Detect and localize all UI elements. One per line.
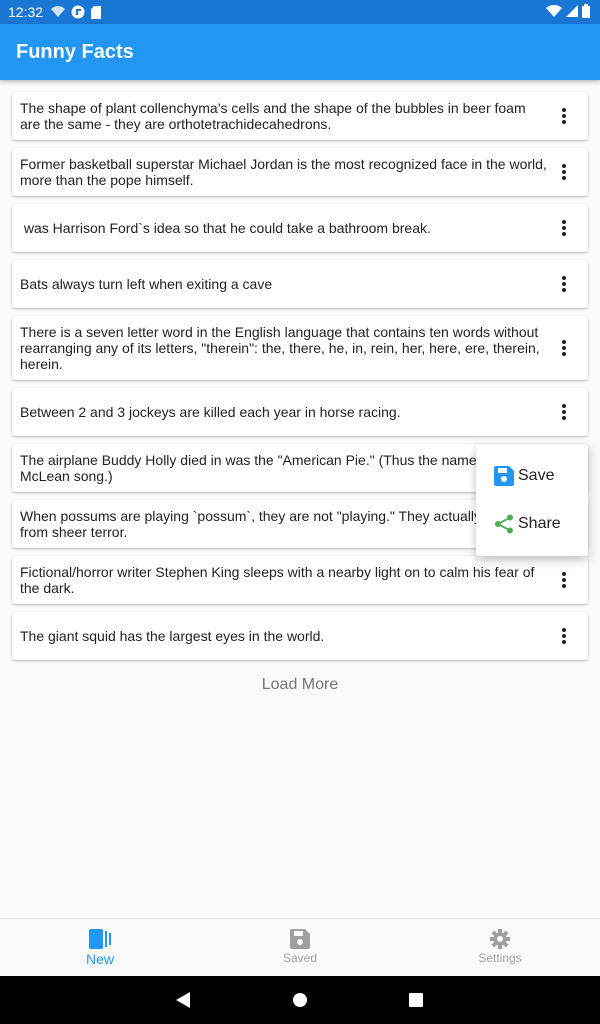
app-bar: Funny Facts (0, 24, 600, 80)
wifi-notification-icon (51, 6, 66, 18)
wifi-icon (546, 5, 562, 17)
fact-text: The airplane Buddy Holly died in was the… (20, 452, 546, 484)
saved-icon (290, 929, 310, 949)
status-time: 12:32 (8, 4, 44, 20)
fact-text: There is a seven letter word in the Engl… (20, 324, 540, 372)
more-vert-icon[interactable] (552, 400, 576, 424)
settings-gear-icon (490, 929, 510, 949)
save-icon (494, 466, 514, 486)
share-icon (495, 514, 513, 534)
fact-card[interactable]: was Harrison Ford`s idea so that he coul… (12, 204, 588, 252)
save-label: Save (518, 467, 555, 484)
bottom-navigation: New Saved Settings (0, 918, 600, 976)
fact-card[interactable]: There is a seven letter word in the Engl… (12, 316, 588, 380)
recents-icon[interactable] (408, 992, 424, 1008)
nav-settings[interactable]: Settings (400, 919, 600, 976)
share-menu-item[interactable]: Share (476, 500, 588, 548)
fact-text: The shape of plant collenchyma’s cells a… (20, 100, 526, 132)
fact-text: Fictional/horror writer Stephen King sle… (20, 564, 535, 596)
nav-saved-label: Saved (282, 951, 318, 965)
more-vert-icon[interactable] (552, 336, 576, 360)
fact-card[interactable]: Fictional/horror writer Stephen King sle… (12, 556, 588, 604)
status-bar: 12:32 (0, 0, 600, 24)
popup-menu: Save Share (476, 444, 588, 556)
fact-text: Bats always turn left when exiting a cav… (20, 276, 273, 292)
signal-icon (566, 5, 578, 17)
nav-saved[interactable]: Saved (200, 919, 400, 976)
battery-icon (582, 4, 590, 18)
system-navigation-bar (0, 976, 600, 1024)
more-vert-icon[interactable] (552, 272, 576, 296)
nav-new[interactable]: New (0, 919, 200, 976)
fact-card[interactable]: Between 2 and 3 jockeys are killed each … (12, 388, 588, 436)
more-vert-icon[interactable] (552, 104, 576, 128)
fact-card[interactable]: The shape of plant collenchyma’s cells a… (12, 92, 588, 140)
load-more-button[interactable]: Load More (0, 676, 600, 694)
fact-text: was Harrison Ford`s idea so that he coul… (20, 220, 431, 236)
more-vert-icon[interactable] (552, 624, 576, 648)
app-notification-icon (71, 5, 85, 19)
more-vert-icon[interactable] (552, 160, 576, 184)
fact-card[interactable]: Former basketball superstar Michael Jord… (12, 148, 588, 196)
fact-text: Between 2 and 3 jockeys are killed each … (20, 404, 401, 420)
more-vert-icon[interactable] (552, 568, 576, 592)
back-icon[interactable] (176, 992, 192, 1008)
fact-text: The giant squid has the largest eyes in … (20, 628, 325, 644)
home-icon[interactable] (292, 992, 308, 1008)
fact-text: Former basketball superstar Michael Jord… (20, 156, 547, 188)
sd-card-icon (91, 5, 102, 19)
fact-card[interactable]: The giant squid has the largest eyes in … (12, 612, 588, 660)
nav-new-label: New (85, 951, 114, 967)
save-menu-item[interactable]: Save (476, 452, 588, 500)
share-label: Share (518, 515, 561, 532)
fact-card[interactable]: Bats always turn left when exiting a cav… (12, 260, 588, 308)
more-vert-icon[interactable] (552, 216, 576, 240)
nav-settings-label: Settings (478, 951, 522, 965)
new-facts-icon (89, 929, 111, 949)
fact-text: When possums are playing `possum`, they … (20, 508, 538, 540)
app-title: Funny Facts (16, 40, 134, 63)
